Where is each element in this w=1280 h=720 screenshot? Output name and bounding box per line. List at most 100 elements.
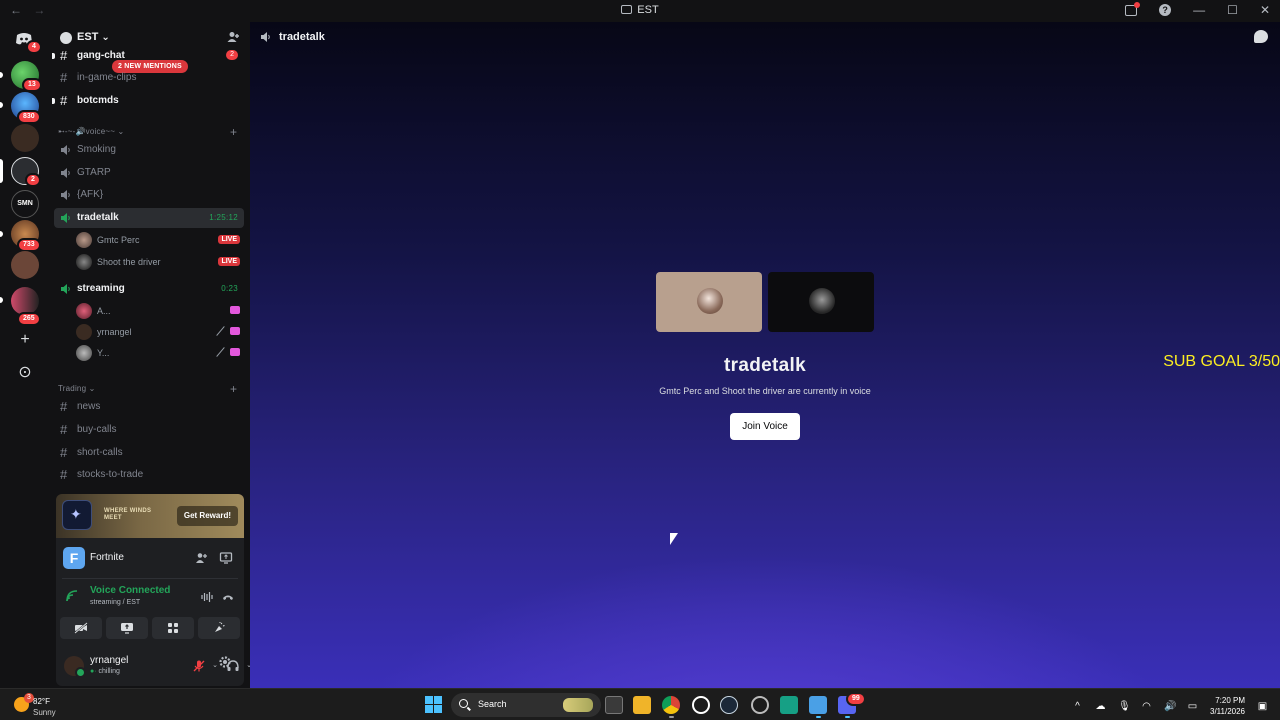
soundboard-icon[interactable] [198,617,240,639]
channel-name: news [77,401,101,412]
hash-icon: # [60,93,68,108]
unread-pill [0,72,3,78]
add-server-icon[interactable]: + [13,329,37,353]
stage-header: tradetalk [250,22,1280,54]
activities-icon[interactable] [152,617,194,639]
avatar [76,303,92,319]
steam-icon[interactable] [720,696,738,714]
voice-user-name: Shoot the driver [97,257,161,267]
server-icon[interactable] [11,124,39,152]
hash-icon: # [60,467,68,482]
title-bar: ← → EST ? — ☐ ✕ [0,0,1280,22]
hash-icon: # [60,70,68,85]
microphone-icon[interactable]: 🎙 [1118,701,1131,712]
battery-icon[interactable]: ▭ [1187,701,1198,712]
wifi-icon[interactable]: ◠ [1141,701,1152,712]
channel-smoking[interactable]: Smoking [54,140,244,160]
maximize-button[interactable]: ☐ [1227,3,1238,17]
voice-stage: tradetalk tradetalk Gmtc Perc and Shoot … [250,22,1280,688]
channel-news[interactable]: # news [54,397,244,417]
help-icon[interactable]: ? [1159,4,1172,16]
divider [62,578,238,579]
share-screen-icon[interactable] [106,617,148,639]
participant-tile[interactable] [768,272,874,332]
settings-gear-icon[interactable] [218,655,232,669]
channel-stocks-to-trade[interactable]: # stocks-to-trade [54,465,244,485]
clock[interactable]: 7:20 PM 3/11/2026 [1210,695,1245,717]
category-trading[interactable]: Trading ⌄ + [58,382,237,396]
promo-card[interactable]: WHERE WINDS MEET Get Reward! [56,494,244,538]
server-icon[interactable] [11,251,39,279]
app-icon[interactable] [780,696,798,714]
chrome-icon[interactable] [662,696,680,714]
user-avatar[interactable] [64,656,86,678]
server-icon[interactable]: SMN [11,190,39,218]
onedrive-icon[interactable]: ☁ [1095,701,1106,712]
fortnite-taskbar-icon[interactable] [809,696,827,714]
join-voice-button[interactable]: Join Voice [730,413,800,440]
start-button-icon[interactable] [425,696,443,714]
inbox-icon[interactable] [1125,1,1141,16]
voice-location[interactable]: streaming / EST [90,599,140,606]
file-explorer-icon[interactable] [633,696,651,714]
weather-widget[interactable]: 3 82°F Sunny [12,693,72,717]
invite-to-activity-icon[interactable] [194,551,208,565]
voice-user[interactable]: Shoot the driver LIVE [76,252,240,272]
speaker-active-icon [61,213,70,223]
app-icon[interactable] [751,696,769,714]
voice-user[interactable]: Y... [76,343,240,363]
noise-suppression-icon[interactable] [200,590,214,604]
server-badge: 265 [17,312,41,326]
task-view-icon[interactable] [605,696,623,714]
chat-bubble-icon[interactable] [1254,30,1268,43]
username[interactable]: yrnangel [90,655,128,666]
voice-timer: 1:25:12 [209,213,238,222]
channel-gtarp[interactable]: GTARP [54,163,244,183]
voice-user[interactable]: yrnangel [76,322,240,342]
hash-icon: # [60,399,68,414]
voice-user[interactable]: A... [76,301,240,321]
user-status[interactable]: ●· chilling [90,668,120,675]
fortnite-icon: F [63,547,85,569]
create-channel-icon[interactable]: + [230,382,237,396]
server-badge: 2 [25,173,41,187]
get-reward-button[interactable]: Get Reward! [176,506,238,526]
server-folder-icon[interactable] [11,287,39,315]
channel-botcmds[interactable]: # botcmds [52,91,244,111]
channel-in-game-clips[interactable]: # in-game-clips [54,68,244,88]
stream-game-icon[interactable] [219,551,233,565]
close-button[interactable]: ✕ [1260,3,1270,17]
voice-status[interactable]: Voice Connected [90,585,170,596]
invite-people-icon[interactable] [226,30,240,44]
volume-icon[interactable]: 🔊 [1164,701,1176,712]
mic-muted-icon[interactable] [192,659,206,673]
voice-user[interactable]: Gmtc Perc LIVE [76,230,240,250]
channel-afk[interactable]: {AFK} [54,185,244,205]
camera-off-icon[interactable] [60,617,102,639]
windows-taskbar: 3 82°F Sunny Search 99 ^ ☁ 🎙 ◠ 🔊 ▭ 7:20 … [0,688,1280,720]
channel-streaming[interactable]: streaming 0:23 [54,279,244,299]
minimize-button[interactable]: — [1193,3,1205,17]
activity-row[interactable]: F Fortnite [56,544,244,572]
user-status-text: chilling [98,668,120,675]
channel-buy-calls[interactable]: # buy-calls [54,420,244,440]
sub-goal-overlay: SUB GOAL 3/50 [1163,353,1280,370]
participant-tiles [656,272,876,332]
connection-signal-icon[interactable] [66,590,78,602]
notification-icon[interactable]: ▣ [1257,701,1268,712]
channel-tradetalk[interactable]: tradetalk 1:25:12 [54,208,244,228]
chatgpt-icon[interactable] [692,696,710,714]
participant-tile[interactable] [656,272,762,332]
speaker-icon [61,168,70,178]
channel-name: Smoking [77,144,116,155]
category-voice[interactable]: ➸-~-🔊voice~~ ⌄ + [58,125,237,139]
taskbar-search[interactable]: Search [451,693,601,717]
window-icon [621,5,633,14]
create-channel-icon[interactable]: + [230,125,237,139]
channel-short-calls[interactable]: # short-calls [54,443,244,463]
disconnect-icon[interactable] [221,590,235,604]
chevron-up-icon[interactable]: ^ [1072,701,1083,712]
discover-icon[interactable]: ⊙ [13,362,37,386]
unread-pill [0,102,3,108]
category-name: ➸-~-🔊voice~~ [58,127,116,136]
